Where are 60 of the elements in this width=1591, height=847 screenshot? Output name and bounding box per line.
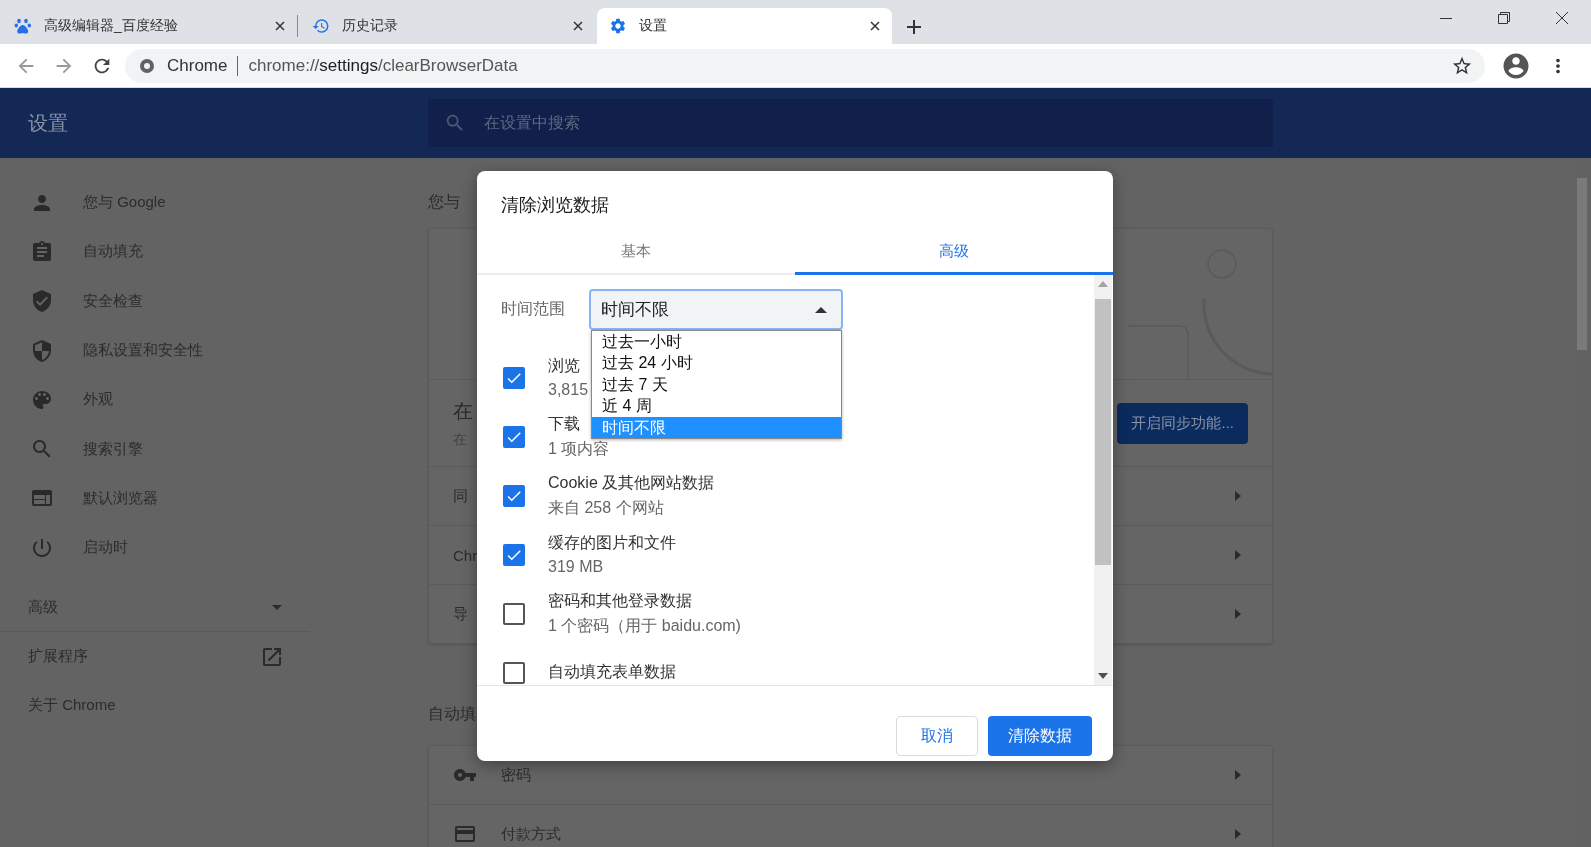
dialog-tab[interactable]: 高级: [795, 231, 1113, 275]
item-title: 自动填充表单数据: [548, 662, 676, 682]
item-title: 下载: [548, 413, 580, 434]
sync-title: 在: [453, 398, 473, 424]
checkbox[interactable]: [503, 366, 525, 389]
settings-row[interactable]: 付款方式: [429, 804, 1272, 847]
item-title: 密码和其他登录数据: [548, 590, 692, 611]
field-label: 时间范围: [501, 299, 565, 319]
browser-tab[interactable]: 高级编辑器_百度经验: [2, 8, 297, 44]
time-range-dropdown[interactable]: 时间不限: [589, 289, 843, 330]
browser-tab[interactable]: 历史记录: [300, 8, 595, 44]
item-detail: 319 MB: [548, 558, 604, 576]
dropdown-option[interactable]: 过去 7 天: [592, 373, 841, 396]
dropdown-option[interactable]: 过去一小时: [592, 331, 841, 353]
shield-check-icon: [30, 289, 54, 314]
item-detail: 1 个密码（用于 baidu.com): [548, 615, 741, 636]
checkbox[interactable]: [503, 484, 525, 507]
item-title: 浏览: [548, 356, 580, 376]
close-icon[interactable]: [1556, 12, 1568, 24]
item-detail: 来自 258 个网站: [548, 497, 664, 518]
new-tab-icon[interactable]: [906, 19, 922, 35]
page-title: 设置: [28, 111, 68, 134]
clipboard-icon: [30, 239, 54, 264]
sync-button[interactable]: 开启同步功能...: [1117, 402, 1248, 444]
shield-icon: [30, 338, 54, 363]
arrow-right-icon: [1235, 609, 1241, 619]
restore-icon[interactable]: [1498, 12, 1510, 24]
arrow-right-icon: [1235, 491, 1241, 501]
dropdown-option[interactable]: 过去 24 小时: [592, 352, 841, 374]
search-field[interactable]: 在设置中搜索: [428, 99, 1273, 147]
cancel-button[interactable]: 取消: [896, 716, 978, 756]
item-title: Cookie 及其他网站数据: [548, 472, 715, 493]
item-title: 缓存的图片和文件: [548, 533, 676, 553]
checkbox[interactable]: [503, 602, 525, 625]
caret-icon: [815, 306, 827, 313]
item-detail: 3,815: [548, 381, 589, 399]
section-heading: 您与: [428, 193, 460, 210]
dropdown-option[interactable]: 近 4 周: [592, 395, 841, 417]
settings-icon: [609, 17, 627, 35]
scroll-down-icon[interactable]: [1098, 673, 1108, 679]
checkbox[interactable]: [503, 543, 525, 566]
checkbox[interactable]: [503, 425, 525, 448]
history-icon: [312, 17, 330, 35]
dialog-title: 清除浏览数据: [501, 195, 609, 215]
browser-tab[interactable]: 设置: [597, 8, 892, 44]
item-detail: 1 项内容: [548, 438, 610, 459]
dialog-tab[interactable]: 基本: [477, 231, 795, 275]
paw-icon: [14, 17, 32, 35]
arrow-right-icon: [1235, 770, 1241, 780]
dropdown-option[interactable]: 时间不限: [592, 416, 841, 438]
search-icon: [444, 112, 466, 134]
close-icon[interactable]: [275, 21, 285, 31]
clear-data-button[interactable]: 清除数据: [988, 716, 1092, 756]
address-bar[interactable]: Chrome chrome://settings/clearBrowserData: [125, 48, 1485, 83]
close-icon[interactable]: [573, 21, 583, 31]
arrow-right-icon: [1235, 829, 1241, 839]
close-icon[interactable]: [870, 21, 880, 31]
checkbox[interactable]: [503, 661, 525, 684]
dialog-scrollbar[interactable]: [1094, 275, 1112, 685]
arrow-right-icon: [1235, 550, 1241, 560]
